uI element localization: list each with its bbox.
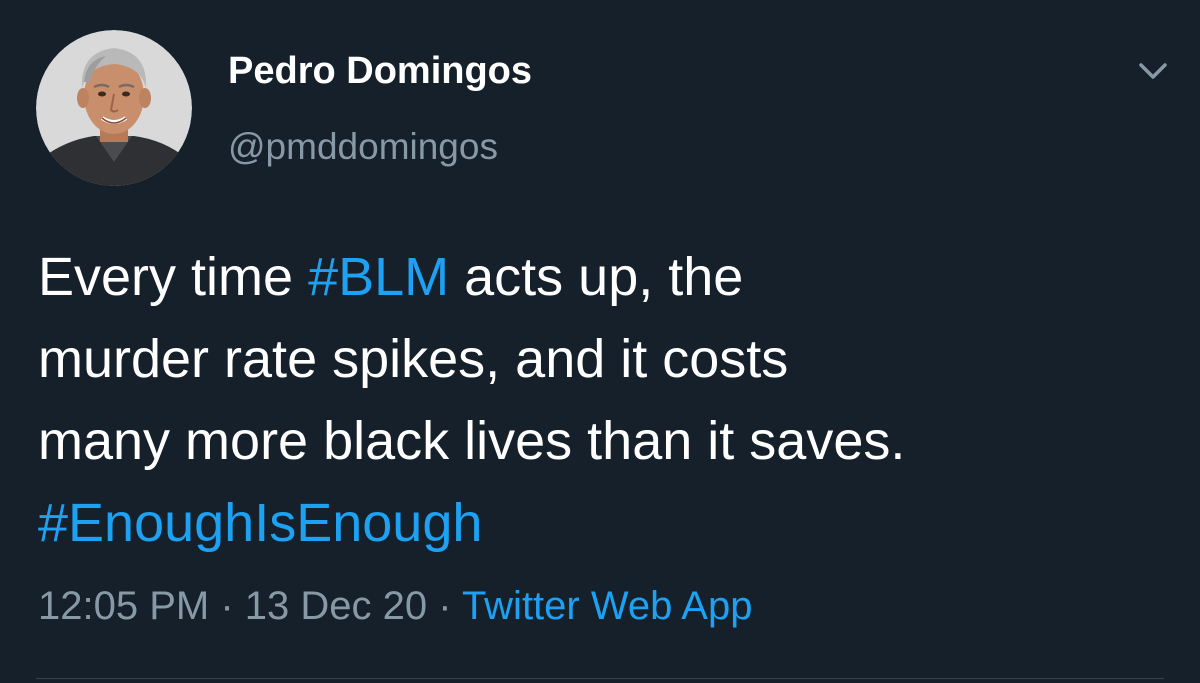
tweet-meta: 12:05 PM · 13 Dec 20 · Twitter Web App — [38, 584, 752, 629]
author-handle[interactable]: @pmddomingos — [228, 126, 498, 168]
chevron-down-icon — [1139, 63, 1167, 79]
more-menu-button[interactable] — [1136, 58, 1170, 84]
hashtag-enoughisenough-link[interactable]: #EnoughIsEnough — [38, 493, 482, 553]
tweet-text-line: murder rate spikes, and it costs — [38, 329, 789, 389]
meta-separator: · — [209, 584, 245, 628]
tweet-source-link[interactable]: Twitter Web App — [462, 584, 753, 628]
divider — [36, 678, 1164, 679]
author-display-name[interactable]: Pedro Domingos — [228, 50, 532, 93]
tweet-text-segment: acts up, the — [449, 247, 744, 307]
hashtag-blm-link[interactable]: #BLM — [308, 247, 449, 307]
tweet-card: Pedro Domingos @pmddomingos Every time #… — [0, 0, 1200, 683]
meta-separator: · — [427, 584, 462, 628]
tweet-text-line: #EnoughIsEnough — [38, 482, 1168, 564]
tweet-text-segment: Every time — [38, 247, 309, 307]
tweet-time[interactable]: 12:05 PM — [38, 584, 209, 628]
tweet-text-line: Every time #BLM acts up, the — [38, 236, 1168, 318]
avatar-image — [36, 30, 192, 186]
tweet-date[interactable]: 13 Dec 20 — [245, 584, 427, 628]
tweet-text-line: many more black lives than it saves. — [38, 411, 906, 471]
tweet-text: Every time #BLM acts up, the murder rate… — [38, 236, 1168, 564]
avatar[interactable] — [36, 30, 192, 186]
